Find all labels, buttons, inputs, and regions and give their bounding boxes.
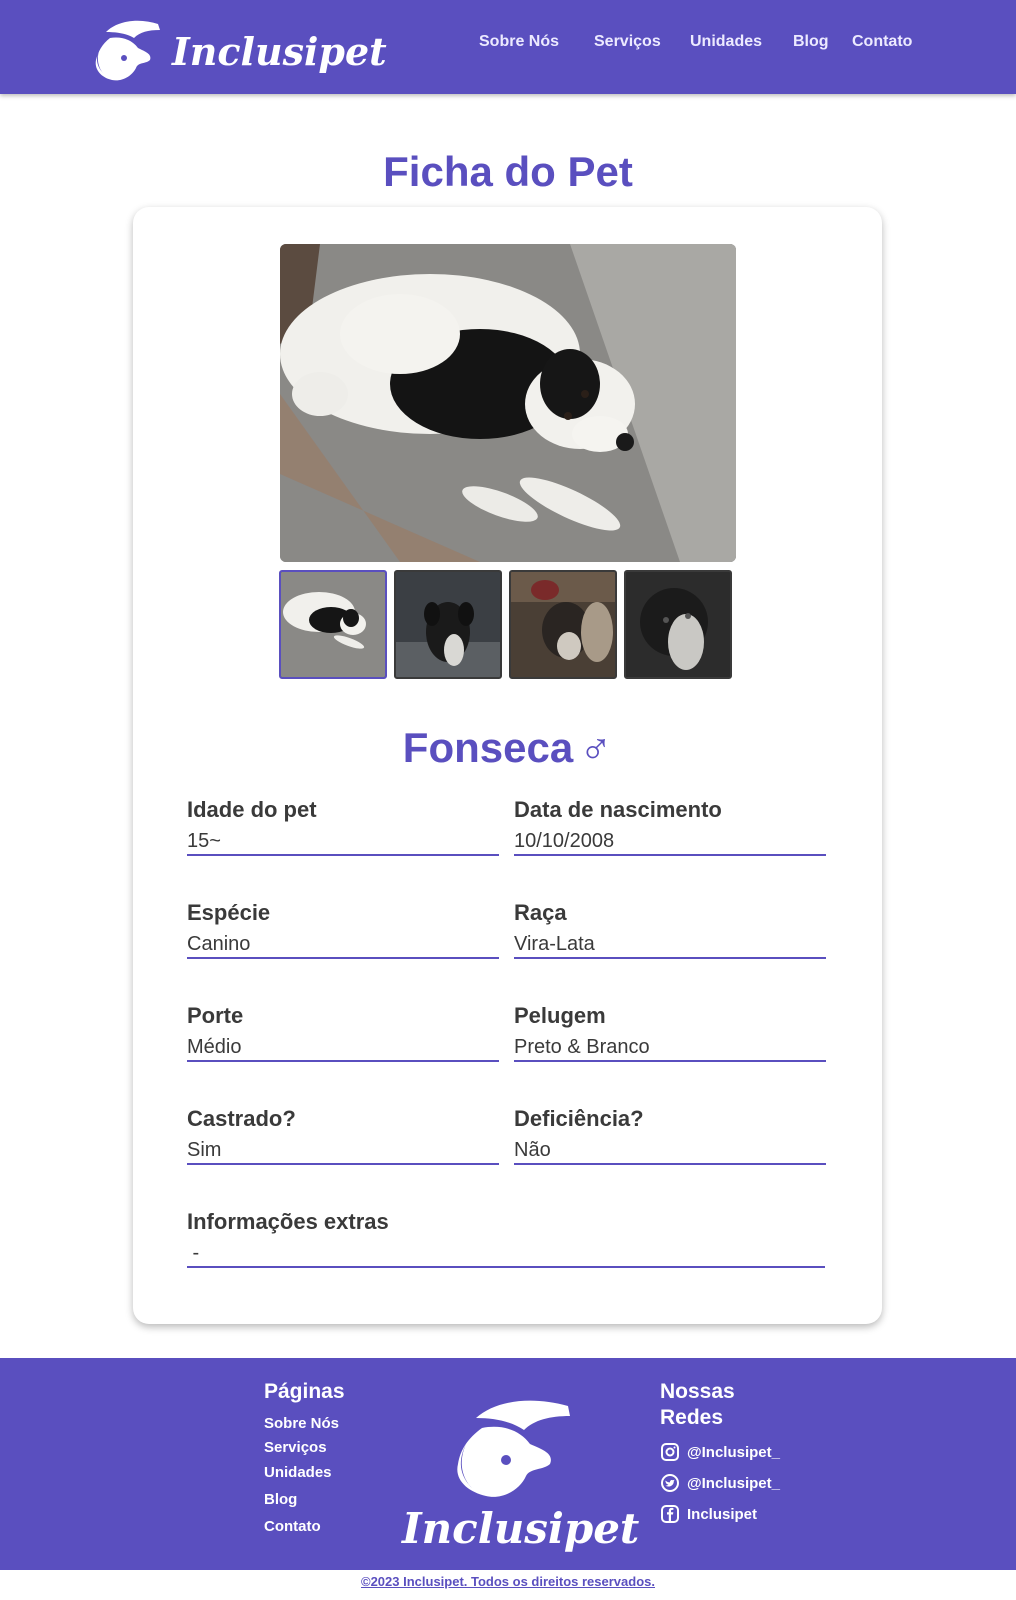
nav-blog[interactable]: Blog bbox=[793, 33, 829, 51]
footer-brand-name: Inclusipet bbox=[402, 1504, 640, 1553]
field-value: Médio bbox=[187, 1035, 499, 1062]
field-value: Canino bbox=[187, 932, 499, 959]
nav-sobre-nos[interactable]: Sobre Nós bbox=[479, 33, 559, 51]
field-label: Data de nascimento bbox=[514, 797, 722, 822]
main-pet-photo bbox=[280, 244, 736, 562]
thumbnail-2[interactable] bbox=[394, 570, 502, 679]
field-label: Espécie bbox=[187, 900, 271, 925]
thumbnail-3[interactable] bbox=[509, 570, 617, 679]
pet-name-heading: Fonseca ♂ bbox=[133, 723, 882, 773]
site-footer: Páginas Sobre Nós Serviços Unidades Blog… bbox=[0, 1358, 1016, 1570]
social-label: @Inclusipet_ bbox=[687, 1443, 780, 1461]
social-facebook[interactable]: Inclusipet bbox=[660, 1504, 757, 1524]
page-title: Ficha do Pet bbox=[383, 148, 633, 195]
field-value: - bbox=[187, 1241, 825, 1268]
field-idade: Idade do pet 15~ bbox=[187, 797, 499, 856]
footer-social-title-1: Nossas bbox=[660, 1380, 735, 1403]
field-label: Informações extras bbox=[187, 1209, 389, 1234]
field-pelugem: Pelugem Preto & Branco bbox=[514, 1003, 826, 1062]
field-label: Castrado? bbox=[187, 1106, 296, 1131]
field-label: Idade do pet bbox=[187, 797, 317, 822]
footer-link-contato[interactable]: Contato bbox=[264, 1518, 321, 1535]
thumbnail-4[interactable] bbox=[624, 570, 732, 679]
field-especie: Espécie Canino bbox=[187, 900, 499, 959]
social-label: @Inclusipet_ bbox=[687, 1474, 780, 1492]
field-nascimento: Data de nascimento 10/10/2008 bbox=[514, 797, 826, 856]
dog-hand-logo-icon bbox=[95, 20, 160, 81]
footer-dog-hand-logo-icon bbox=[457, 1400, 570, 1497]
field-value: 15~ bbox=[187, 829, 499, 856]
footer-link-servicos[interactable]: Serviços bbox=[264, 1439, 327, 1456]
nav-servicos[interactable]: Serviços bbox=[594, 33, 661, 51]
field-value: Não bbox=[514, 1138, 826, 1165]
footer-link-sobre-nos[interactable]: Sobre Nós bbox=[264, 1415, 339, 1432]
thumbnail-1[interactable] bbox=[279, 570, 387, 679]
field-deficiencia: Deficiência? Não bbox=[514, 1106, 826, 1165]
field-value: Sim bbox=[187, 1138, 499, 1165]
field-label: Pelugem bbox=[514, 1003, 606, 1028]
field-value: 10/10/2008 bbox=[514, 829, 826, 856]
photo-thumbnails bbox=[279, 570, 739, 679]
pet-card: Fonseca ♂ Idade do pet 15~ Data de nascim… bbox=[133, 207, 882, 1324]
pet-name: Fonseca bbox=[402, 724, 574, 771]
copyright-text: ©2023 Inclusipet. Todos os direitos rese… bbox=[0, 1574, 1016, 1589]
field-label: Deficiência? bbox=[514, 1106, 644, 1131]
footer-link-unidades[interactable]: Unidades bbox=[264, 1464, 332, 1481]
brand-name: Inclusipet bbox=[172, 28, 387, 74]
social-label: Inclusipet bbox=[687, 1505, 758, 1523]
footer-link-blog[interactable]: Blog bbox=[264, 1491, 297, 1508]
brand-logo[interactable]: Inclusipet bbox=[88, 18, 387, 84]
field-label: Porte bbox=[187, 1003, 244, 1028]
field-label: Raça bbox=[514, 900, 567, 925]
male-icon: ♂ bbox=[579, 723, 613, 772]
footer-pages-title: Páginas bbox=[264, 1380, 345, 1403]
twitter-icon bbox=[661, 1474, 679, 1492]
copyright-link[interactable]: ©2023 Inclusipet. Todos os direitos rese… bbox=[361, 1574, 655, 1589]
field-value: Vira-Lata bbox=[514, 932, 826, 959]
social-twitter[interactable]: @Inclusipet_ bbox=[660, 1473, 780, 1493]
field-castrado: Castrado? Sim bbox=[187, 1106, 499, 1165]
field-raca: Raça Vira-Lata bbox=[514, 900, 826, 959]
nav-unidades[interactable]: Unidades bbox=[690, 33, 762, 51]
facebook-icon bbox=[661, 1505, 679, 1523]
social-instagram[interactable]: @Inclusipet_ bbox=[660, 1442, 780, 1462]
footer-social-title-2: Redes bbox=[660, 1406, 724, 1429]
field-informacoes-extras: Informações extras - bbox=[187, 1209, 825, 1268]
field-porte: Porte Médio bbox=[187, 1003, 499, 1062]
field-value: Preto & Branco bbox=[514, 1035, 826, 1062]
nav-contato[interactable]: Contato bbox=[852, 33, 912, 51]
site-header: Inclusipet Sobre Nós Serviços Unidades B… bbox=[0, 0, 1016, 94]
instagram-icon bbox=[661, 1443, 679, 1461]
